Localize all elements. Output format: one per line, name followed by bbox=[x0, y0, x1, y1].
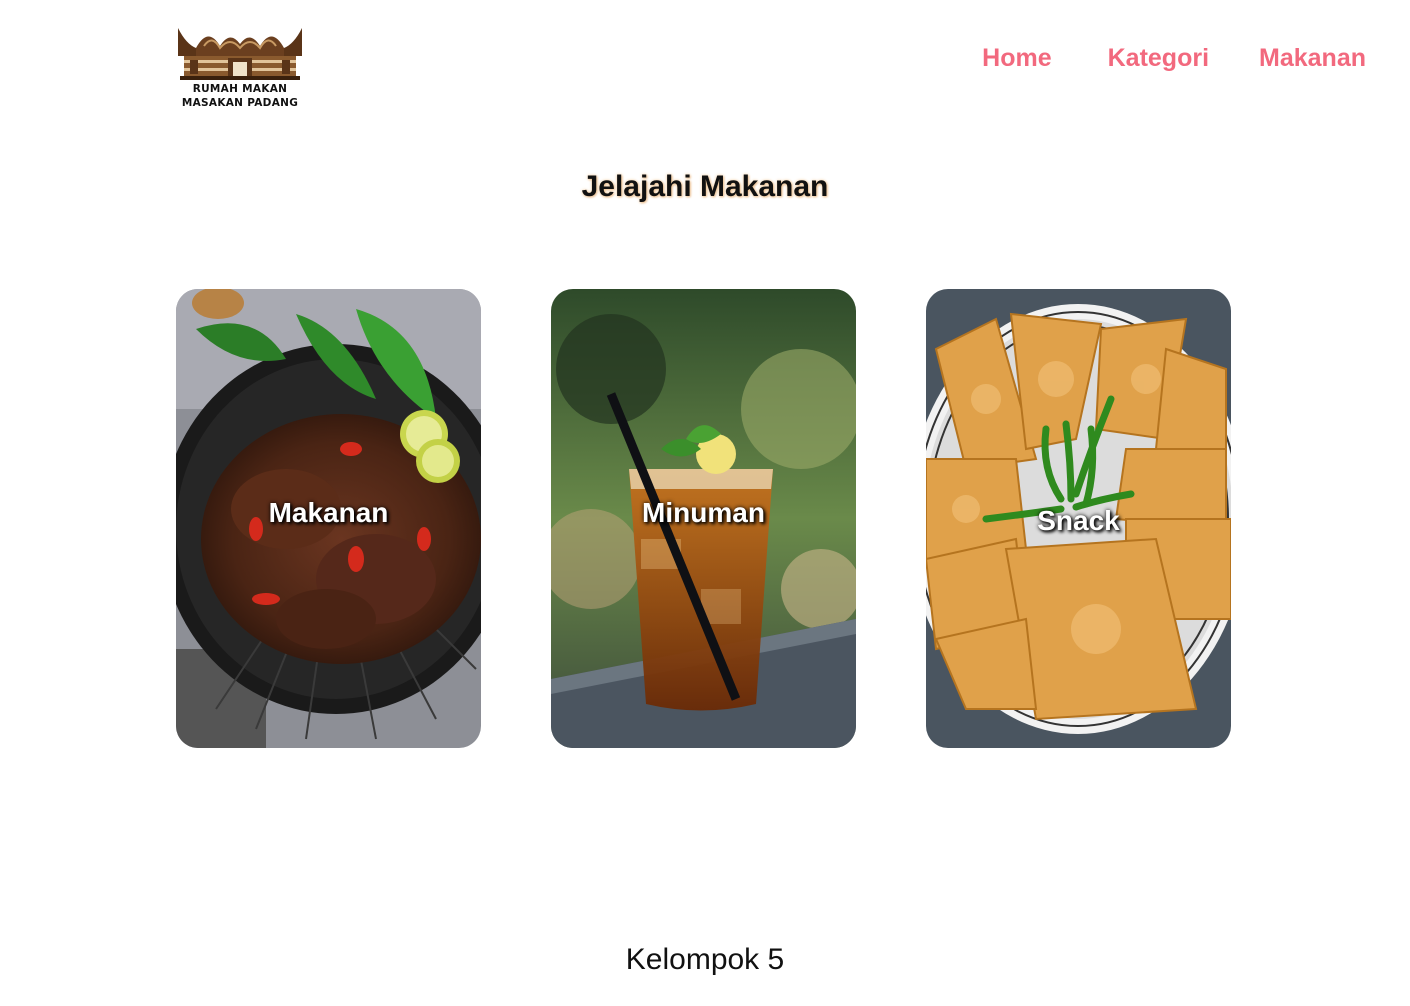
category-card-makanan[interactable]: Makanan bbox=[176, 289, 481, 748]
page: RUMAH MAKAN MASAKAN PADANG Home Kategori… bbox=[0, 0, 1410, 1006]
main-nav: Home Kategori Makanan bbox=[982, 44, 1366, 73]
category-label-minuman: Minuman bbox=[642, 497, 765, 528]
category-label-snack: Snack bbox=[1037, 505, 1120, 536]
rumah-gadang-icon bbox=[178, 28, 302, 80]
nav-home-link[interactable]: Home bbox=[982, 44, 1051, 73]
logo-text: RUMAH MAKAN MASAKAN PADANG bbox=[176, 82, 304, 110]
page-title: Jelajahi Makanan bbox=[581, 170, 829, 203]
category-card-snack[interactable]: Snack bbox=[926, 289, 1231, 748]
nav-kategori-link[interactable]: Kategori bbox=[1108, 44, 1209, 73]
logo-line-1: RUMAH MAKAN bbox=[192, 83, 288, 95]
site-logo[interactable]: RUMAH MAKAN MASAKAN PADANG bbox=[176, 22, 304, 114]
logo-line-2: MASAKAN PADANG bbox=[181, 97, 299, 109]
category-card-minuman[interactable]: Minuman bbox=[551, 289, 856, 748]
category-label-makanan: Makanan bbox=[268, 497, 389, 528]
nav-makanan-link[interactable]: Makanan bbox=[1259, 44, 1366, 73]
footer-text: Kelompok 5 bbox=[625, 943, 785, 976]
